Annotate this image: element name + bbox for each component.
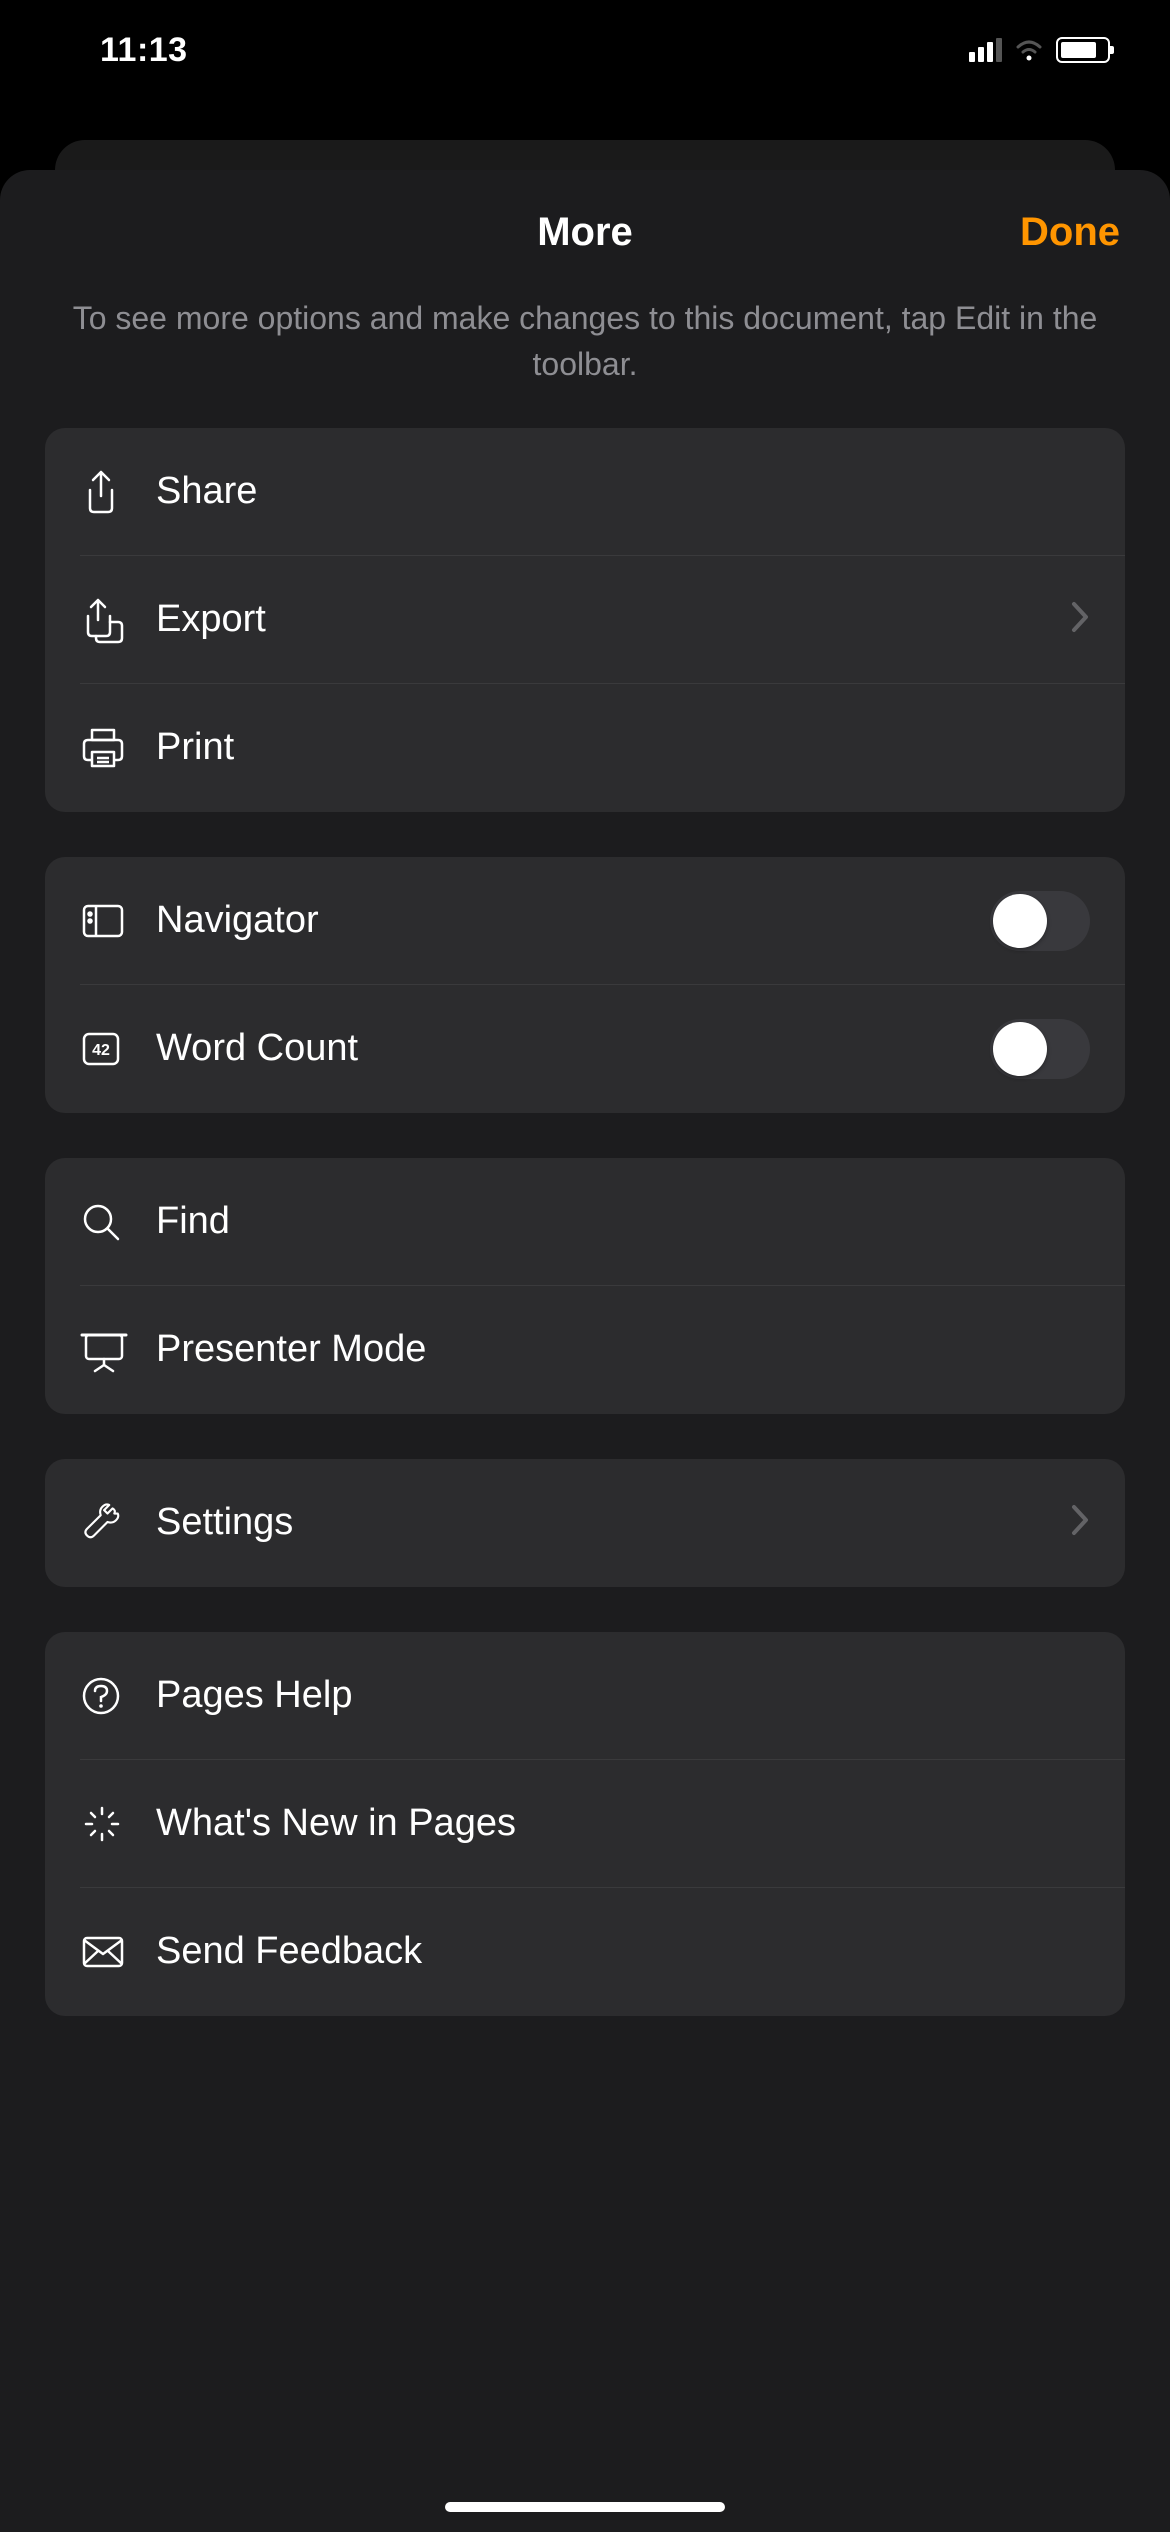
export-label: Export xyxy=(144,598,1070,641)
find-row[interactable]: Find xyxy=(45,1158,1125,1286)
wifi-icon xyxy=(1014,38,1044,62)
print-label: Print xyxy=(144,726,1090,769)
export-icon xyxy=(80,596,144,644)
print-row[interactable]: Print xyxy=(45,684,1125,812)
cellular-signal-icon xyxy=(969,38,1002,62)
pages-help-label: Pages Help xyxy=(144,1674,1090,1717)
navigator-toggle[interactable] xyxy=(990,891,1090,951)
status-time: 11:13 xyxy=(100,31,188,70)
sheet-title: More xyxy=(537,210,633,254)
settings-row[interactable]: Settings xyxy=(45,1459,1125,1587)
settings-label: Settings xyxy=(144,1501,1070,1544)
navigator-icon xyxy=(80,902,144,940)
sheet-header: More Done xyxy=(0,210,1170,285)
view-group: Navigator 42 Word Count xyxy=(45,857,1125,1113)
home-indicator[interactable] xyxy=(445,2502,725,2512)
word-count-label: Word Count xyxy=(144,1027,990,1070)
more-options-sheet: More Done To see more options and make c… xyxy=(0,170,1170,2532)
navigator-row[interactable]: Navigator xyxy=(45,857,1125,985)
help-group: Pages Help What's New in Pages xyxy=(45,1632,1125,2016)
whats-new-label: What's New in Pages xyxy=(144,1802,1090,1845)
status-indicators xyxy=(969,37,1110,63)
battery-icon xyxy=(1056,37,1110,63)
sparkle-icon xyxy=(80,1802,144,1846)
share-label: Share xyxy=(144,470,1090,513)
print-icon xyxy=(80,726,144,770)
presenter-mode-label: Presenter Mode xyxy=(144,1328,1090,1371)
word-count-row[interactable]: 42 Word Count xyxy=(45,985,1125,1113)
pages-help-row[interactable]: Pages Help xyxy=(45,1632,1125,1760)
settings-group: Settings xyxy=(45,1459,1125,1587)
share-icon xyxy=(80,468,144,516)
whats-new-row[interactable]: What's New in Pages xyxy=(45,1760,1125,1888)
presenter-mode-row[interactable]: Presenter Mode xyxy=(45,1286,1125,1414)
help-icon xyxy=(80,1675,144,1717)
find-label: Find xyxy=(144,1200,1090,1243)
word-count-toggle[interactable] xyxy=(990,1019,1090,1079)
chevron-right-icon xyxy=(1070,600,1090,639)
chevron-right-icon xyxy=(1070,1503,1090,1542)
send-feedback-row[interactable]: Send Feedback xyxy=(45,1888,1125,2016)
sheet-subtitle: To see more options and make changes to … xyxy=(0,285,1170,428)
share-row[interactable]: Share xyxy=(45,428,1125,556)
svg-text:42: 42 xyxy=(92,1042,110,1059)
envelope-icon xyxy=(80,1934,144,1970)
tools-group: Find Presenter Mode xyxy=(45,1158,1125,1414)
share-group: Share Export xyxy=(45,428,1125,812)
wrench-icon xyxy=(80,1501,144,1545)
presenter-icon xyxy=(80,1327,144,1373)
done-button[interactable]: Done xyxy=(1020,210,1120,255)
export-row[interactable]: Export xyxy=(45,556,1125,684)
send-feedback-label: Send Feedback xyxy=(144,1930,1090,1973)
word-count-icon: 42 xyxy=(80,1030,144,1068)
status-bar: 11:13 xyxy=(0,0,1170,100)
navigator-label: Navigator xyxy=(144,899,990,942)
search-icon xyxy=(80,1201,144,1243)
